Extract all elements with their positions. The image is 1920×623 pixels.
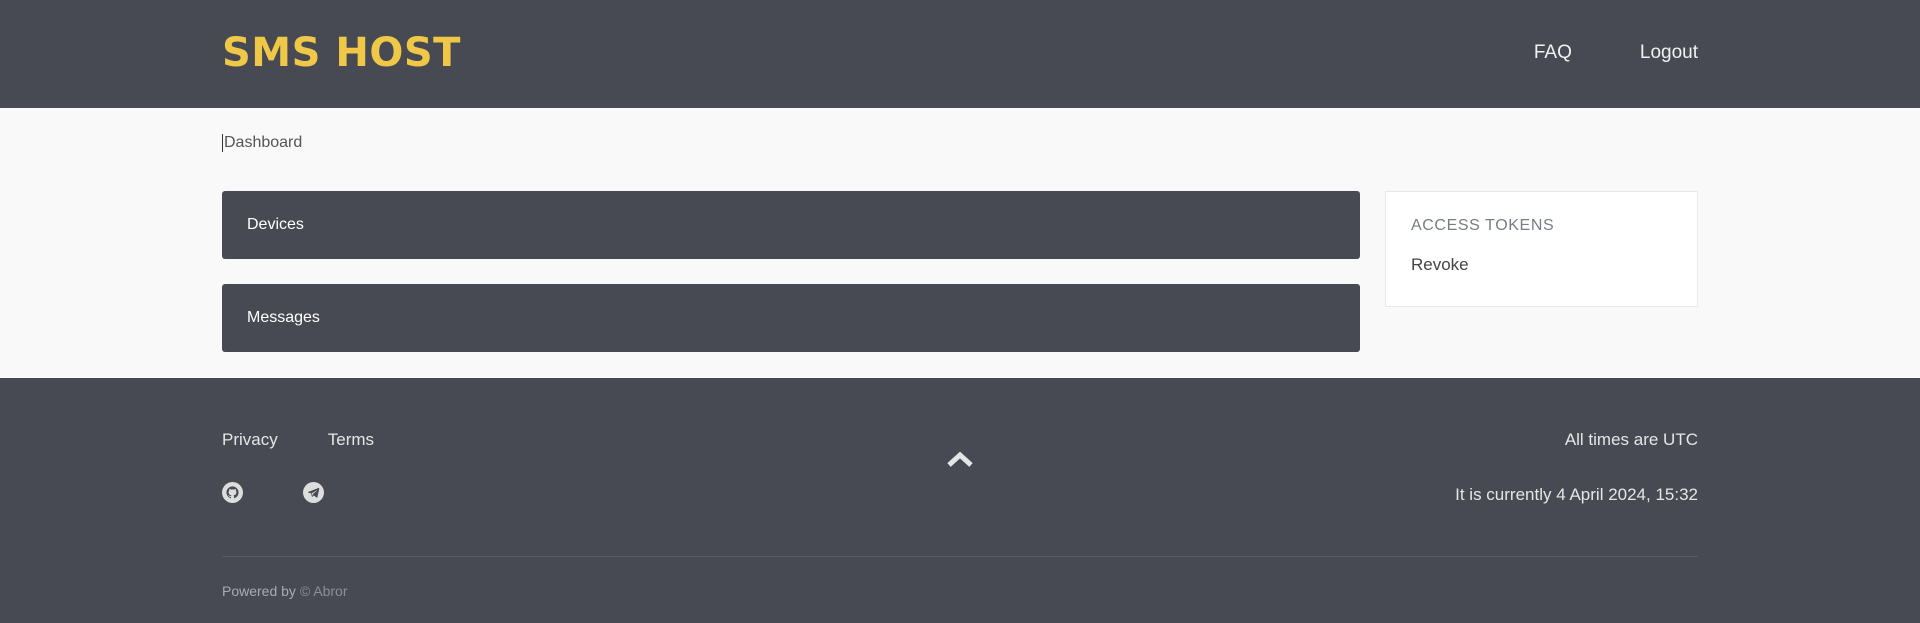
powered-by-author[interactable]: © Abror	[300, 583, 348, 599]
site-logo[interactable]: SMS HOST	[222, 30, 461, 76]
main-content: Dashboard Devices Messages ACCESS TOKENS…	[0, 108, 1920, 378]
telegram-icon[interactable]	[303, 482, 324, 503]
footer-divider	[222, 556, 1698, 557]
nav-faq-link[interactable]: FAQ	[1534, 42, 1572, 64]
terms-link[interactable]: Terms	[328, 430, 374, 450]
current-time-text: It is currently 4 April 2024, 15:32	[1455, 485, 1698, 504]
access-tokens-title: ACCESS TOKENS	[1411, 217, 1555, 234]
powered-by-label: Powered by	[222, 583, 296, 599]
breadcrumb: Dashboard	[222, 134, 303, 152]
footer-links: Privacy Terms	[222, 430, 424, 450]
nav-logout-link[interactable]: Logout	[1640, 42, 1698, 64]
site-footer: Privacy Terms All times are UTC It is cu…	[0, 378, 1920, 623]
top-nav: FAQ Logout	[1466, 42, 1698, 64]
messages-panel[interactable]: Messages	[222, 284, 1360, 352]
timezone-text: All times are UTC	[1564, 430, 1698, 449]
devices-panel[interactable]: Devices	[222, 191, 1360, 259]
site-header: SMS HOST FAQ Logout	[0, 0, 1920, 108]
privacy-link[interactable]: Privacy	[222, 430, 278, 450]
github-icon[interactable]	[222, 482, 243, 503]
revoke-link[interactable]: Revoke	[1411, 255, 1672, 275]
access-tokens-card: ACCESS TOKENS Revoke	[1385, 191, 1698, 307]
social-icons	[222, 482, 384, 503]
powered-by: Powered by © Abror	[222, 583, 348, 599]
chevron-up-icon[interactable]	[946, 449, 974, 469]
